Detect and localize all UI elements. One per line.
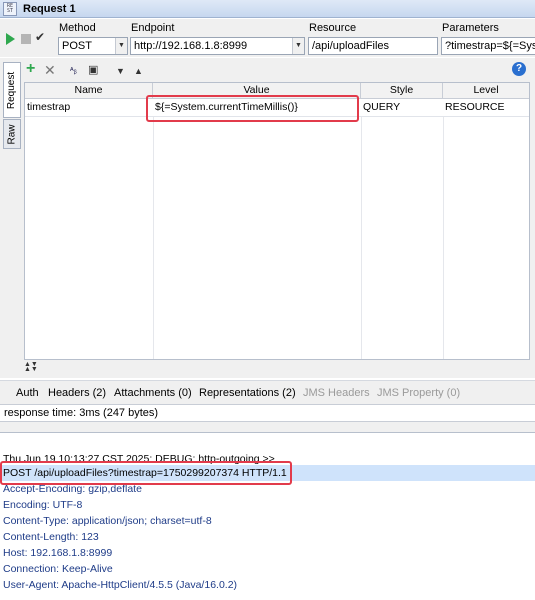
parameters-input[interactable]: ?timestrap=${=Syst [441, 37, 535, 55]
method-label: Method [59, 22, 96, 34]
column-header-value[interactable]: Value [153, 83, 361, 99]
method-select[interactable]: POST ▼ [58, 37, 128, 55]
table-row[interactable]: timestrap ${=System.currentTimeMillis()}… [25, 99, 529, 117]
param-value-cell[interactable]: ${=System.currentTimeMillis()} [153, 99, 361, 117]
parameters-value: ?timestrap=${=Syst [445, 40, 535, 52]
tab-raw[interactable]: Raw [3, 119, 21, 149]
stop-icon[interactable] [21, 34, 31, 44]
log-line-selected: POST /api/uploadFiles?timestrap=17502992… [0, 465, 535, 481]
parameters-label: Parameters [442, 22, 499, 34]
column-header-level[interactable]: Level [443, 83, 529, 99]
column-header-style[interactable]: Style [361, 83, 443, 99]
resource-label: Resource [309, 22, 357, 34]
tab-jms-headers: JMS Headers [303, 387, 370, 399]
resource-input[interactable]: /api/uploadFiles [308, 37, 438, 55]
tab-request-label: Request [6, 71, 18, 109]
chevron-down-icon[interactable]: ▼ [292, 38, 304, 54]
request-bottom-tabs: Auth Headers (2) Attachments (0) Represe… [0, 380, 535, 404]
request-toolbar: ✔ Method POST ▼ Endpoint http://192.168.… [0, 19, 535, 57]
response-time-status: response time: 3ms (247 bytes) [0, 404, 535, 422]
table-header: Name Value Style Level [25, 83, 529, 99]
log-line: Accept-Encoding: gzip,deflate [3, 483, 142, 495]
x-icon[interactable]: ✕ [44, 63, 56, 77]
method-value: POST [62, 40, 92, 52]
vertical-tabs: Request Raw [0, 58, 22, 378]
params-toolbar: + ✕ ᴬᵦ ▣ ▼ ▲ ? [22, 58, 535, 82]
tab-jms-property: JMS Property (0) [377, 387, 461, 399]
tab-auth[interactable]: Auth [16, 387, 39, 399]
plus-icon[interactable]: + [26, 61, 35, 77]
play-icon[interactable] [6, 33, 15, 45]
log-line: Content-Length: 123 [3, 531, 99, 543]
splitter-handle[interactable]: ▲▼ ▲▼ [24, 361, 38, 373]
log-line: Host: 192.168.1.8:8999 [3, 547, 113, 559]
http-log-panel[interactable]: Thu Jun 19 10:13:27 CST 2025: DEBUG: htt… [0, 432, 535, 600]
tab-attachments[interactable]: Attachments (0) [114, 387, 192, 399]
param-style-cell[interactable]: QUERY [361, 99, 443, 117]
endpoint-combo[interactable]: http://192.168.1.8:8999 ▼ [130, 37, 305, 55]
column-header-name[interactable]: Name [25, 83, 153, 99]
endpoint-label: Endpoint [131, 22, 175, 34]
log-line: Encoding: UTF-8 [3, 499, 83, 511]
tab-headers[interactable]: Headers (2) [48, 387, 106, 399]
grid-divider [361, 117, 362, 359]
grid-divider [443, 117, 444, 359]
chevron-down-icon[interactable]: ▼ [116, 64, 125, 78]
resource-value: /api/uploadFiles [312, 40, 390, 52]
param-level-cell[interactable]: RESOURCE [443, 99, 529, 117]
log-line: Content-Type: application/json; charset=… [3, 515, 212, 527]
sort-az-icon[interactable]: ᴬᵦ [70, 64, 77, 78]
tab-request[interactable]: Request [3, 62, 21, 118]
title-bar: RE ST Request 1 [0, 0, 535, 18]
chevron-down-icon[interactable]: ▼ [115, 38, 127, 54]
tab-representations[interactable]: Representations (2) [199, 387, 296, 399]
param-name-cell[interactable]: timestrap [25, 99, 153, 117]
params-table: Name Value Style Level timestrap ${=Syst… [24, 82, 530, 360]
log-line: User-Agent: Apache-HttpClient/4.5.5 (Jav… [3, 579, 238, 591]
window-title: Request 1 [23, 2, 76, 15]
panel-separator [0, 422, 535, 432]
tab-raw-label: Raw [6, 123, 18, 145]
help-icon[interactable]: ? [512, 62, 526, 76]
params-panel: + ✕ ᴬᵦ ▣ ▼ ▲ ? Name Value Style Level ti… [22, 58, 535, 378]
check-icon[interactable]: ✔ [35, 30, 45, 44]
rest-icon: RE ST [3, 1, 17, 16]
grid-icon[interactable]: ▣ [88, 63, 98, 77]
log-line: Connection: Keep-Alive [3, 563, 113, 575]
chevron-up-icon[interactable]: ▲ [134, 64, 143, 78]
endpoint-value: http://192.168.1.8:8999 [134, 40, 248, 52]
grid-divider [153, 117, 154, 359]
